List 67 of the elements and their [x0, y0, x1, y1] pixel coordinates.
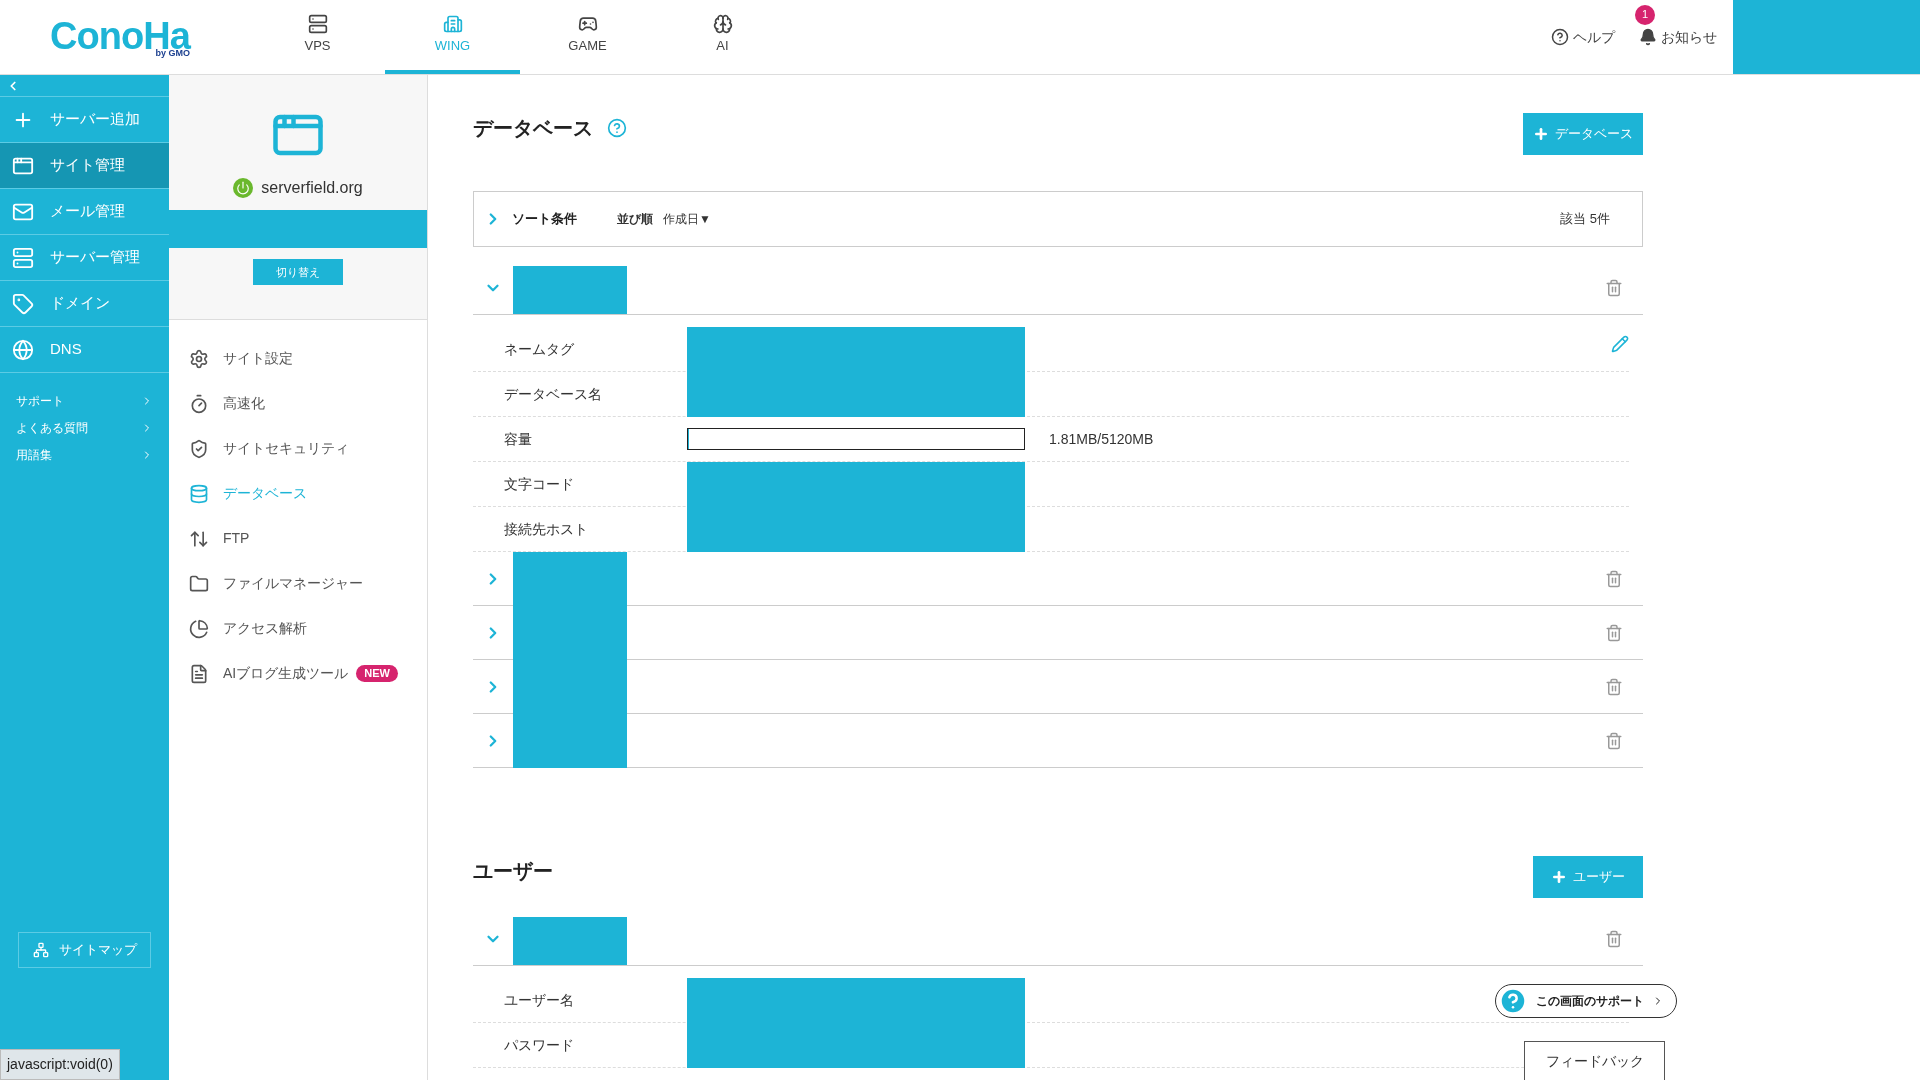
stopwatch-icon: [189, 393, 209, 414]
server-icon: [307, 14, 328, 35]
plus-icon: [1533, 126, 1549, 142]
help-icon: [607, 118, 627, 138]
field-label: 容量: [503, 429, 533, 449]
capacity-reading: 1.81MB/5120MB: [1049, 429, 1154, 449]
section-title: データベース: [473, 116, 593, 141]
globe-icon: [12, 338, 34, 361]
delete-button[interactable]: [1605, 929, 1623, 948]
plus-icon: [1551, 869, 1567, 885]
document-icon: [189, 663, 209, 684]
trash-icon: [1605, 569, 1623, 588]
site-menu-item[interactable]: FTP: [169, 516, 427, 561]
shield-check-icon: [189, 438, 209, 459]
folder-icon: [189, 573, 209, 594]
sitemap-icon: [32, 942, 49, 958]
site-menu-item[interactable]: サイト設定: [169, 336, 427, 381]
section-title: ユーザー: [473, 859, 553, 884]
bell-icon: [1639, 28, 1657, 46]
notifications-link[interactable]: お知らせ: [1639, 26, 1717, 48]
site-menu-item[interactable]: AIブログ生成ツール NEW: [169, 651, 427, 696]
brain-icon: [712, 14, 733, 35]
field-label: 文字コード: [503, 474, 575, 494]
delete-button[interactable]: [1605, 278, 1623, 297]
new-badge: NEW: [356, 665, 398, 682]
status-url: javascript:void(0): [0, 1049, 120, 1080]
field-label: データベース名: [503, 384, 603, 404]
edit-button[interactable]: [1611, 335, 1629, 353]
field-label: パスワード: [503, 1035, 575, 1055]
result-count: 該当 5件: [1560, 210, 1610, 229]
site-menu-item[interactable]: アクセス解析: [169, 606, 427, 651]
pencil-icon: [1611, 335, 1629, 353]
delete-button[interactable]: [1605, 623, 1623, 642]
feedback-button[interactable]: フィードバック: [1524, 1041, 1665, 1080]
notification-badge: 1: [1635, 4, 1655, 25]
delete-button[interactable]: [1605, 731, 1623, 750]
server-icon: [12, 246, 34, 269]
site-menu-item[interactable]: 高速化: [169, 381, 427, 426]
order-label: 並び順: [617, 211, 653, 228]
help-icon: [1551, 28, 1569, 46]
field-label: ネームタグ: [503, 339, 575, 359]
site-menu-item[interactable]: ファイルマネージャー: [169, 561, 427, 606]
database-icon: [189, 483, 209, 504]
trash-icon: [1605, 929, 1623, 948]
nav-tab[interactable]: VPS: [250, 0, 385, 74]
delete-button[interactable]: [1605, 569, 1623, 588]
site-menu-item[interactable]: サイトセキュリティ: [169, 426, 427, 471]
nav-tab[interactable]: AI: [655, 0, 790, 74]
trash-icon: [1605, 677, 1623, 696]
trash-icon: [1605, 731, 1623, 750]
sort-label: ソート条件: [512, 210, 577, 229]
delete-button[interactable]: [1605, 677, 1623, 696]
field-label: 接続先ホスト: [503, 519, 589, 539]
trash-icon: [1605, 623, 1623, 642]
settings-icon: [189, 348, 209, 369]
field-label: ユーザー名: [503, 990, 575, 1010]
site-domain: serverfield.org: [261, 178, 363, 198]
trash-icon: [1605, 278, 1623, 297]
nav-tab[interactable]: GAME: [520, 0, 655, 74]
pie-chart-icon: [189, 618, 209, 639]
help-link[interactable]: ヘルプ: [1551, 26, 1615, 48]
order-dropdown[interactable]: 作成日▼: [663, 210, 711, 228]
screen-support-button[interactable]: この画面のサポート: [1495, 984, 1677, 1018]
tag-icon: [12, 292, 34, 315]
building-icon: [442, 14, 463, 35]
power-icon: [233, 178, 254, 198]
help-icon: [1498, 986, 1528, 1016]
